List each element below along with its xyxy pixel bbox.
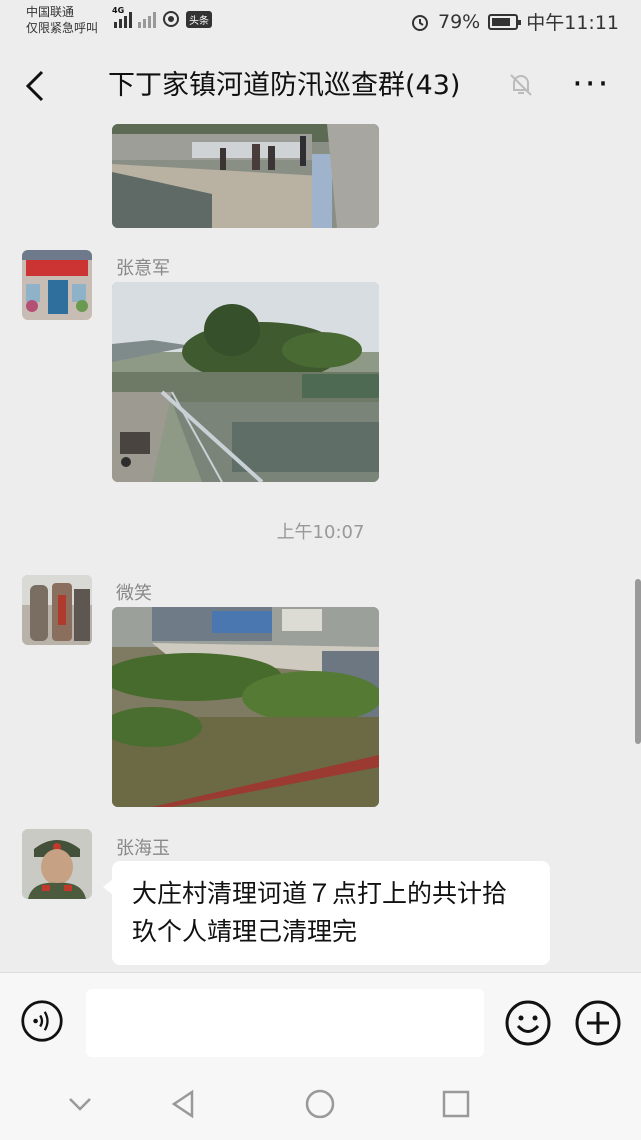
carrier-name: 中国联通 (26, 5, 75, 19)
image-bridge-workers (112, 124, 379, 228)
more-icon[interactable]: ··· (572, 67, 610, 101)
nav-collapse-icon[interactable] (64, 1088, 96, 1120)
signal-icon-secondary (138, 10, 156, 28)
emoji-icon[interactable] (504, 999, 552, 1047)
avatar-stone-monument-image (22, 575, 92, 645)
clock: 中午11:11 (526, 12, 619, 34)
alarm-icon (412, 14, 428, 31)
status-bar: 中国联通 仅限紧急呼叫 4G 头条 79% 中午11:11 (0, 0, 641, 48)
avatar[interactable] (22, 829, 92, 899)
group-title: 下丁家镇河道防汛巡查群(43) (108, 70, 461, 101)
sender-name: 张意军 (116, 258, 170, 279)
chat-header: 下丁家镇河道防汛巡查群(43) ··· (0, 48, 641, 124)
message-bubble[interactable]: 大庄村清理诃道７点打上的共计拾玖个人靖理己清理完 (103, 861, 550, 965)
add-icon[interactable] (574, 999, 622, 1047)
message-image[interactable] (112, 124, 379, 228)
message-list[interactable]: 张意军 上午10:07 微笑 张海玉 大庄村清理诃道７点打上的共计拾玖个人靖理己… (0, 124, 641, 972)
carrier-info: 中国联通 仅限紧急呼叫 (26, 4, 98, 36)
status-right: 79% 中午11:11 (410, 8, 619, 35)
message-image[interactable] (112, 607, 379, 807)
headline-app-icon: 头条 (186, 11, 212, 28)
message-input[interactable] (86, 989, 484, 1057)
sender-name: 张海玉 (116, 838, 170, 859)
timestamp: 上午10:07 (276, 522, 365, 543)
sender-name: 微笑 (116, 583, 152, 604)
system-nav-bar (0, 1064, 641, 1140)
signal-indicators: 4G 头条 (112, 6, 212, 28)
battery-icon (488, 13, 522, 30)
emergency-only-label: 仅限紧急呼叫 (26, 21, 99, 35)
nav-back-icon[interactable] (168, 1088, 200, 1120)
nav-home-icon[interactable] (304, 1088, 336, 1120)
scrollbar[interactable] (635, 579, 641, 744)
avatar-soldier-portrait-image (22, 829, 92, 899)
signal-icon: 4G (112, 6, 132, 28)
message-image[interactable] (112, 282, 379, 482)
nav-recents-icon[interactable] (440, 1088, 472, 1120)
battery-percent: 79% (438, 10, 481, 33)
avatar[interactable] (22, 575, 92, 645)
mute-bell-icon (510, 74, 532, 96)
network-type: 4G (112, 6, 125, 15)
image-cleared-riverbank (112, 607, 379, 807)
data-saver-icon (163, 11, 179, 27)
voice-icon[interactable] (20, 999, 64, 1043)
input-bar (0, 972, 641, 1065)
avatar-shopfront-image (22, 250, 92, 320)
avatar[interactable] (22, 250, 92, 320)
back-icon[interactable] (22, 68, 52, 104)
image-river-fence (112, 282, 379, 482)
